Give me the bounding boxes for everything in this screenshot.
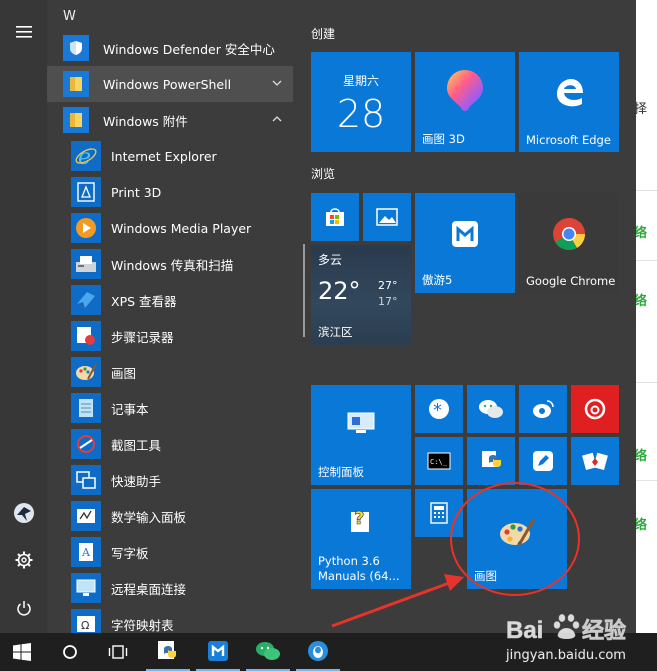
watermark-url: jingyan.baidu.com <box>506 648 626 663</box>
qq-app-icon <box>308 641 328 661</box>
taskbar-app-qq[interactable] <box>296 633 340 671</box>
windows-logo-icon <box>13 643 31 661</box>
task-view-button[interactable] <box>96 633 140 671</box>
python-icon <box>158 641 176 659</box>
annotation-arrow <box>331 580 453 628</box>
screen: 择 络 络 络 络 W Windows Defender 安全中心 Window… <box>0 0 657 671</box>
watermark-brand-tail: 经验 <box>582 618 626 643</box>
taskbar-app-python[interactable] <box>146 633 190 671</box>
wechat-icon <box>256 642 280 660</box>
task-view-icon <box>108 645 128 659</box>
maxthon-icon <box>208 641 228 661</box>
arrow-head <box>444 574 464 591</box>
taskbar-app-wechat[interactable] <box>246 633 290 671</box>
annotation-overlay <box>331 482 580 628</box>
taskbar-app-maxthon[interactable] <box>196 633 240 671</box>
baidu-watermark: Bai 经验 jingyan.baidu.com <box>504 612 654 668</box>
watermark-brand: Bai <box>506 617 543 644</box>
cortana-circle-icon <box>63 645 77 659</box>
search-button[interactable] <box>48 633 92 671</box>
highlight-circle <box>450 482 580 596</box>
start-button[interactable] <box>0 633 44 671</box>
